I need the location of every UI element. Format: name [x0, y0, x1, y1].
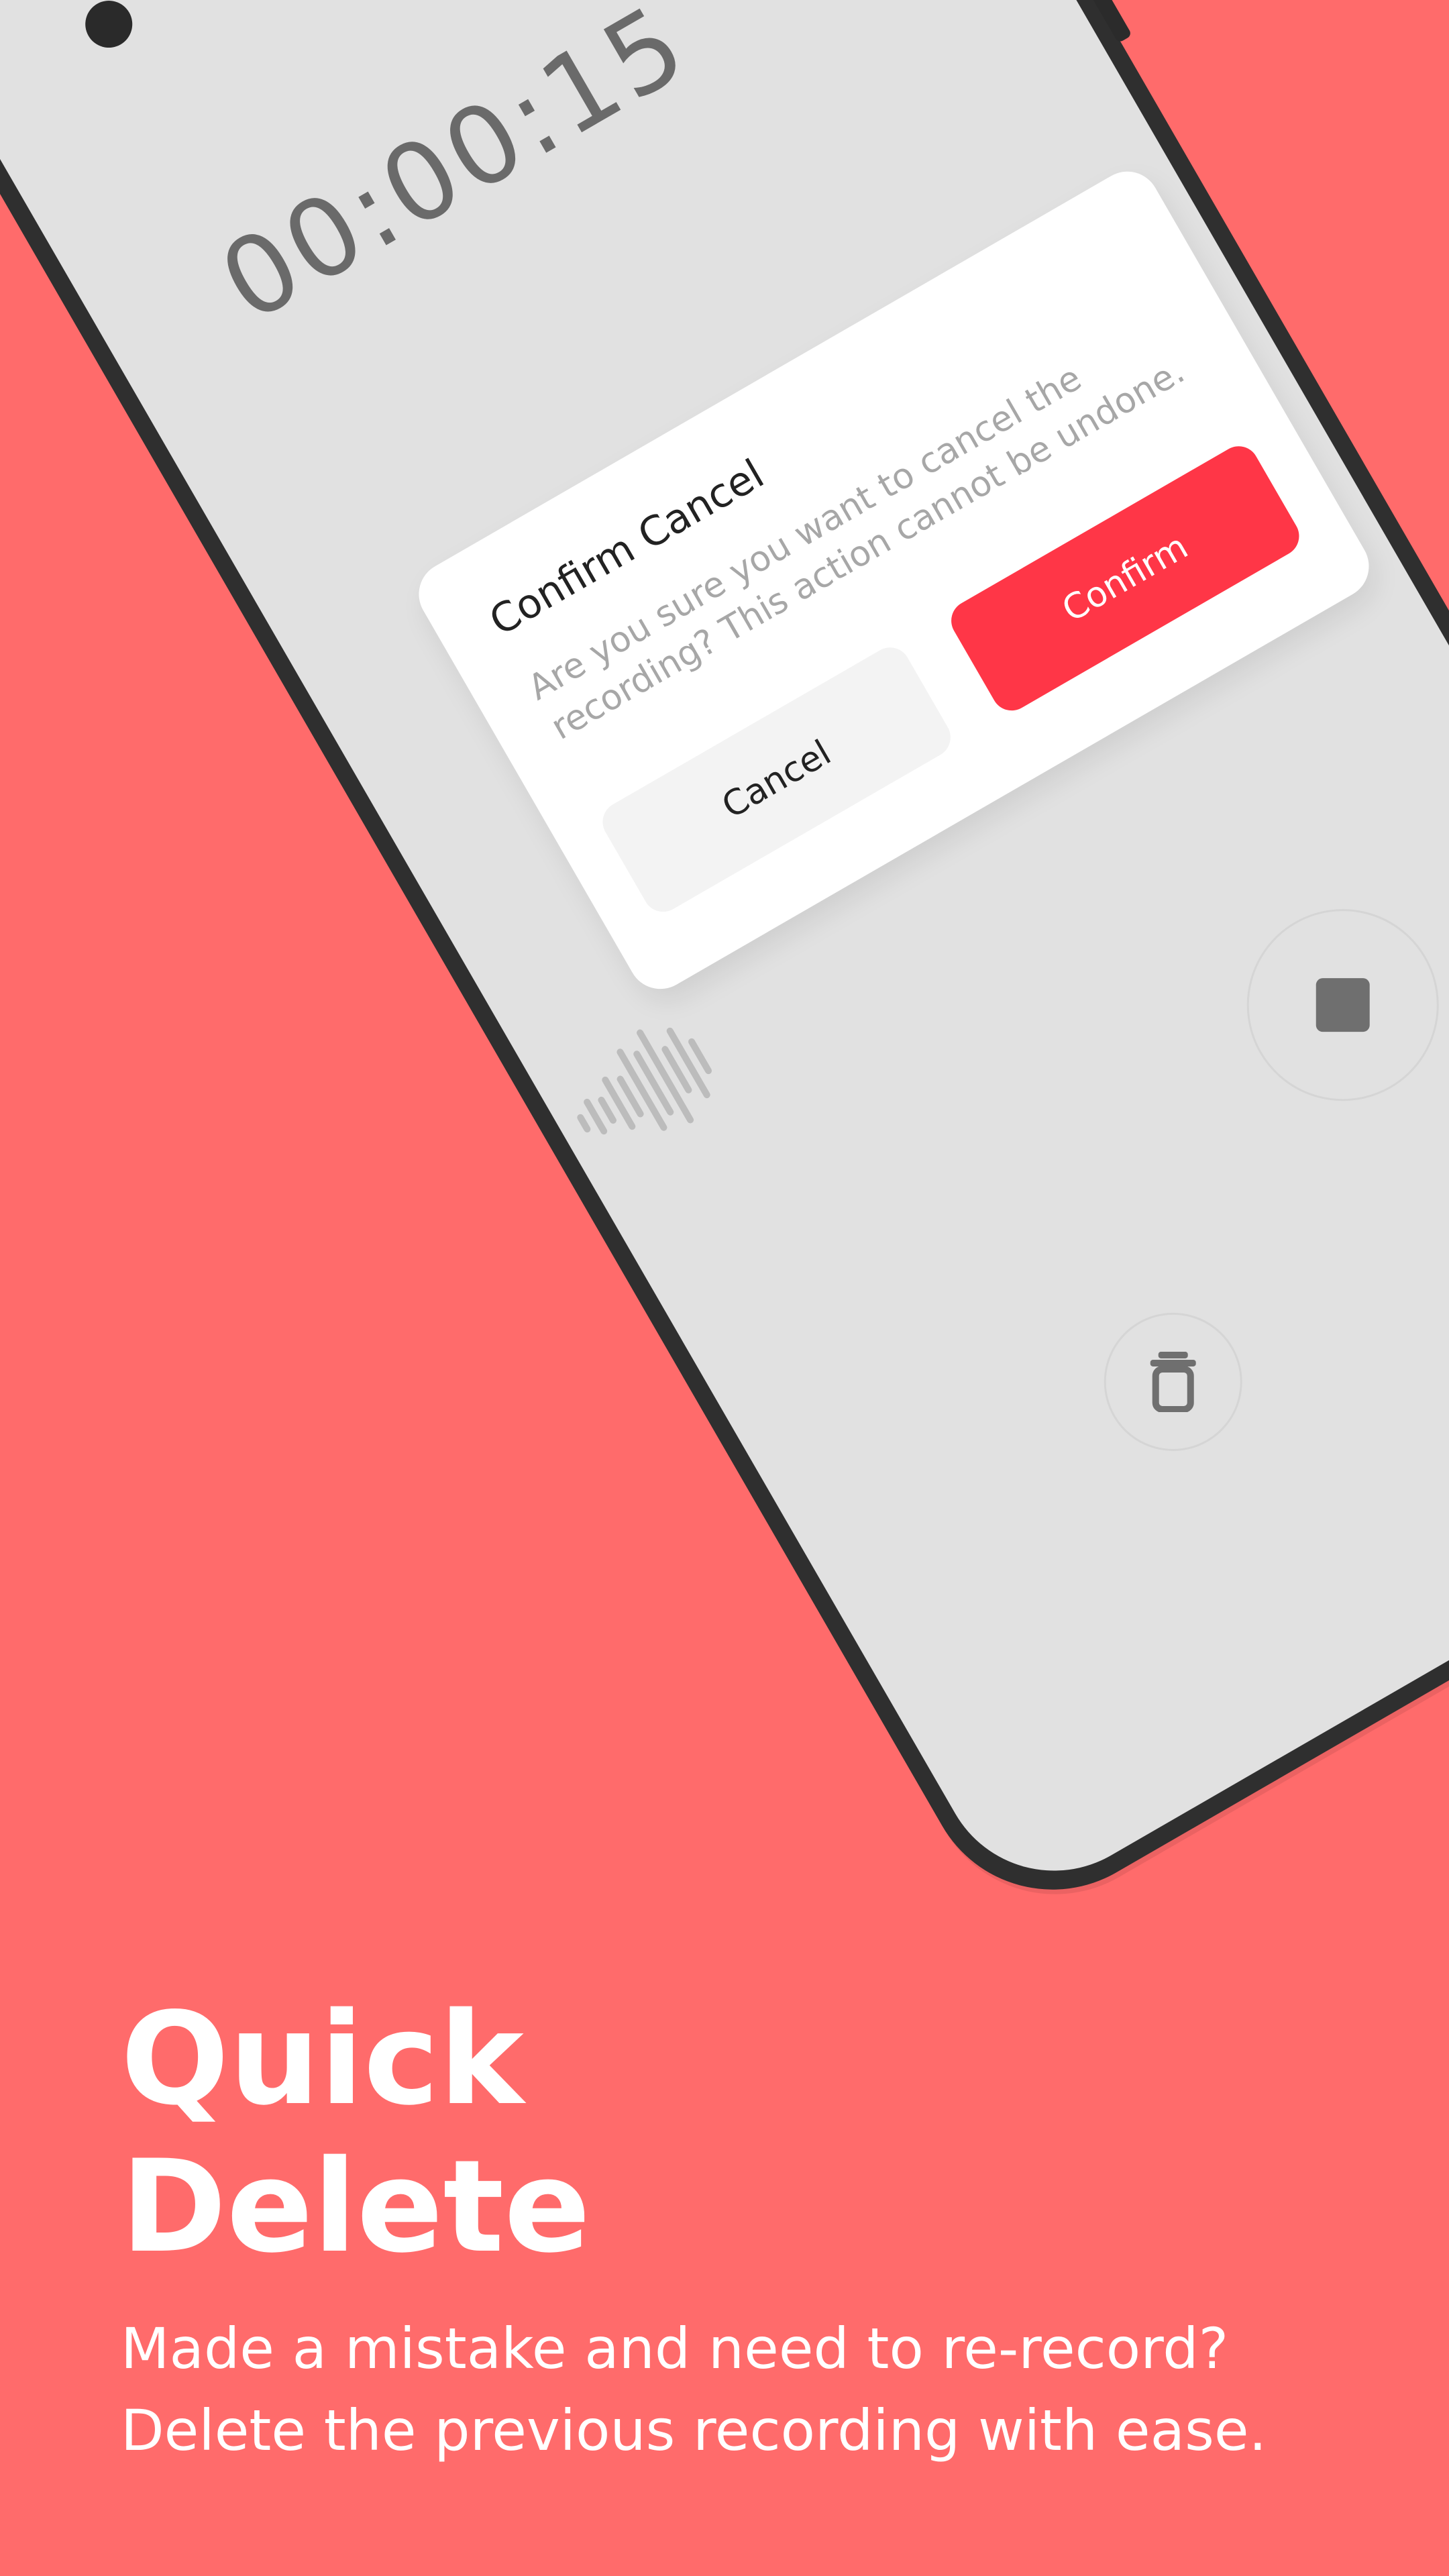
promo-subtext-line1: Made a mistake and need to re-record?: [121, 2316, 1229, 2381]
phone-screen: 00:00:15 Confirm Cancel Are you sure you…: [0, 0, 1449, 1913]
recording-timer: 00:00:15: [200, 0, 708, 346]
confirm-button-label: Confirm: [1055, 526, 1195, 631]
cancel-button-label: Cancel: [715, 733, 838, 827]
phone-frame: 00:00:15 Confirm Cancel Are you sure you…: [0, 0, 1449, 1937]
promo-subtext-line2: Delete the previous recording with ease.: [121, 2398, 1267, 2463]
stop-icon: [1316, 978, 1370, 1032]
promo-subtext: Made a mistake and need to re-record? De…: [121, 2308, 1355, 2471]
waveform-bar: [576, 1113, 592, 1134]
stop-recording-button[interactable]: [1212, 873, 1449, 1136]
trash-icon: [1150, 1351, 1196, 1412]
confirm-cancel-dialog: Confirm Cancel Are you sure you want to …: [407, 160, 1381, 1001]
promo-headline-line1: Quick: [121, 1985, 524, 2133]
promo-headline: Quick Delete: [121, 1986, 590, 2281]
front-camera-icon: [76, 0, 142, 56]
delete-recording-button[interactable]: [1079, 1287, 1268, 1477]
waveform-visualizer: [551, 992, 751, 1177]
promo-headline-line2: Delete: [121, 2133, 591, 2281]
